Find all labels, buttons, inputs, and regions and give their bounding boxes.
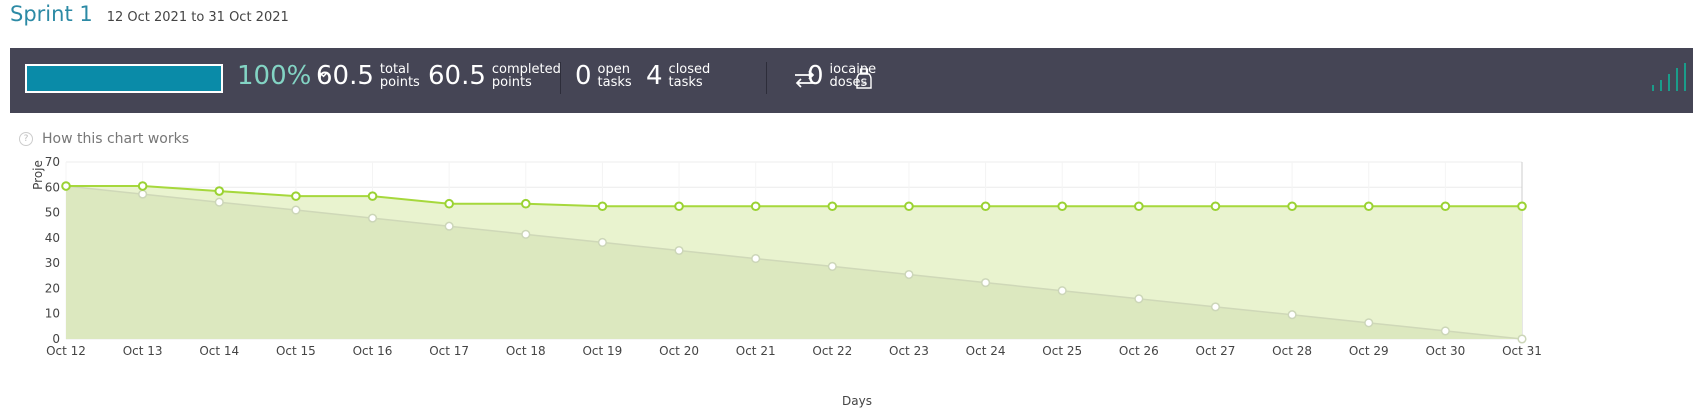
x-tick-label: Oct 17 — [429, 344, 469, 358]
x-tick-label: Oct 31 — [1502, 344, 1542, 358]
sprint-stats-bar: 100% 60.5 total points 60.5 completed poin… — [10, 48, 1693, 113]
progress-percent: 100% — [237, 61, 312, 91]
divider — [766, 62, 767, 94]
y-tick-label: 20 — [45, 281, 60, 295]
ideal-point — [904, 269, 914, 280]
sprint-title[interactable]: Sprint 1 — [10, 2, 93, 26]
x-tick-label: Oct 28 — [1272, 344, 1312, 358]
x-tick-label: Oct 14 — [199, 344, 239, 358]
completed-points-stat: 60.5 completed points — [428, 61, 561, 91]
real-point — [1363, 201, 1374, 212]
x-tick-label: Oct 18 — [506, 344, 546, 358]
burndown-chart: 010203040506070 Oct 12 Oct 13 Oct 14 Oct 15… — [31, 155, 1542, 408]
real-point — [61, 181, 71, 191]
ideal-point — [674, 245, 684, 256]
x-tick-label: Oct 12 — [46, 344, 86, 358]
y-axis-label: Proje — [31, 160, 45, 190]
x-tick-label: Oct 20 — [659, 344, 699, 358]
y-axis-ticks: 010203040506070 — [45, 155, 60, 346]
total-points-label-2: points — [379, 75, 420, 90]
y-tick-label: 60 — [45, 180, 60, 194]
total-points-stat: 60.5 total points — [316, 61, 420, 91]
open-tasks-value: 0 — [575, 61, 592, 91]
real-point — [1210, 201, 1221, 212]
x-tick-label: Oct 22 — [812, 344, 852, 358]
question-icon: ? — [19, 132, 33, 146]
y-tick-label: 70 — [45, 155, 60, 169]
ideal-point — [214, 197, 224, 207]
x-tick-label: Oct 26 — [1119, 344, 1159, 358]
x-tick-label: Oct 27 — [1196, 344, 1236, 358]
sprint-dates: 12 Oct 2021 to 31 Oct 2021 — [106, 10, 289, 25]
ideal-point — [1440, 326, 1450, 336]
open-tasks-stat: 0 open tasks — [575, 61, 632, 91]
closed-tasks-stat: 4 closed tasks — [646, 61, 710, 91]
open-tasks-label-2: tasks — [597, 75, 632, 90]
real-point — [291, 191, 301, 201]
ideal-point — [521, 229, 531, 239]
real-point — [1440, 201, 1451, 212]
ideal-point — [1210, 302, 1221, 312]
ideal-point — [138, 189, 148, 199]
real-point — [1134, 201, 1144, 212]
real-point — [1287, 201, 1297, 212]
x-tick-label: Oct 24 — [966, 344, 1006, 358]
real-point — [444, 198, 454, 209]
real-point — [674, 201, 684, 212]
ideal-point — [1057, 286, 1067, 296]
x-tick-label: Oct 21 — [736, 344, 776, 358]
sprint-progress-fill — [27, 66, 221, 91]
real-point — [1057, 201, 1068, 212]
completed-points-value: 60.5 — [428, 61, 486, 91]
x-tick-label: Oct 25 — [1042, 344, 1082, 358]
real-point — [1517, 201, 1527, 212]
y-tick-label: 10 — [45, 307, 60, 321]
real-point — [980, 201, 991, 212]
y-tick-label: 30 — [45, 256, 60, 270]
x-axis-ticks: Oct 12 Oct 13 Oct 14 Oct 15 Oct 16 Oct 17 Oct … — [46, 344, 1542, 358]
iocaine-label-2: doses — [829, 75, 868, 90]
x-tick-label: Oct 13 — [123, 344, 163, 358]
divider — [560, 62, 561, 94]
y-tick-label: 50 — [45, 206, 60, 220]
real-point — [904, 201, 914, 212]
x-tick-label: Oct 16 — [353, 344, 393, 358]
x-tick-label: Oct 30 — [1425, 344, 1465, 358]
real-point — [367, 191, 378, 201]
sprint-header: Sprint 1 12 Oct 2021 to 31 Oct 2021 — [10, 2, 289, 32]
x-tick-label: Oct 23 — [889, 344, 929, 358]
how-chart-works-label: How this chart works — [42, 131, 190, 147]
sprint-progress-bar — [25, 64, 223, 93]
x-tick-label: Oct 19 — [582, 344, 622, 358]
real-point — [750, 201, 761, 212]
signal-bars-icon[interactable] — [1650, 62, 1686, 92]
iocaine-stat: 0 iocaine doses — [807, 61, 876, 91]
ideal-point — [444, 221, 454, 231]
y-tick-label: 40 — [45, 231, 60, 245]
real-point — [597, 201, 608, 212]
iocaine-value: 0 — [807, 61, 824, 91]
x-tick-label: Oct 15 — [276, 344, 316, 358]
ideal-point — [367, 213, 378, 223]
how-chart-works-link[interactable]: ? How this chart works — [19, 131, 189, 147]
ideal-point — [1364, 318, 1374, 328]
ideal-point — [981, 278, 991, 288]
ideal-point — [1134, 294, 1144, 304]
closed-tasks-label-2: tasks — [668, 75, 703, 90]
ideal-point — [597, 237, 607, 247]
real-point — [137, 181, 148, 191]
total-points-value: 60.5 — [316, 61, 374, 91]
real-point — [214, 186, 225, 196]
ideal-point — [1287, 310, 1297, 320]
ideal-point — [1517, 334, 1527, 344]
x-tick-label: Oct 29 — [1349, 344, 1389, 358]
real-point — [520, 198, 531, 209]
ideal-point — [751, 254, 761, 264]
real-point — [827, 201, 838, 212]
x-axis-label: Days — [842, 394, 872, 408]
closed-tasks-value: 4 — [646, 61, 663, 91]
completed-points-label-2: points — [491, 75, 532, 90]
ideal-point — [827, 261, 837, 271]
ideal-point — [291, 205, 301, 215]
